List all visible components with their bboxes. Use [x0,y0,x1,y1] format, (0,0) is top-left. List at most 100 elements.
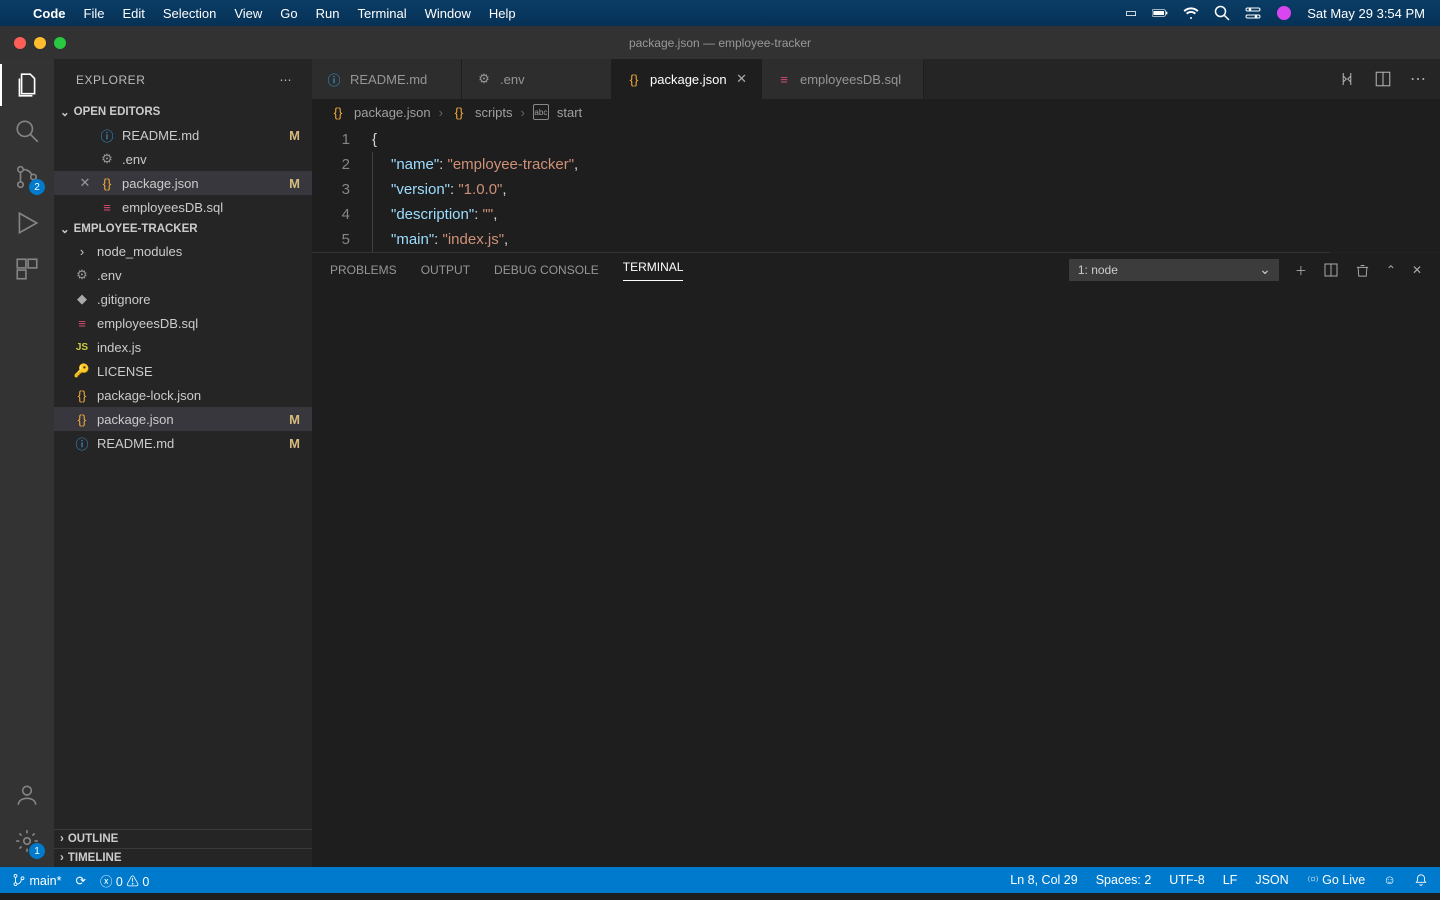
indentation[interactable]: Spaces: 2 [1096,873,1152,887]
code-editor[interactable]: 12345 { "name": "employee-tracker", "ver… [312,125,1440,252]
accounts-icon[interactable] [13,781,41,809]
file-name: package.json [122,176,199,191]
file-name: package.json [97,412,174,427]
sidebar: EXPLORER ⋯ ⌄OPEN EDITORS ⓘREADME.md M ⚙.… [54,59,312,867]
settings-badge: 1 [29,843,45,859]
mac-menubar: Code File Edit Selection View Go Run Ter… [0,0,1440,26]
branch-indicator[interactable]: main* [12,873,61,888]
close-window-button[interactable] [14,37,26,49]
gear-icon: ⚙ [99,151,115,167]
wifi-icon[interactable] [1183,5,1199,21]
screen-icon[interactable]: ▭ [1125,5,1137,21]
breadcrumbs[interactable]: {} package.json › {} scripts › abc start [312,99,1440,125]
more-actions-icon[interactable]: ⋯ [1410,69,1426,89]
split-editor-icon[interactable] [1374,70,1392,88]
encoding[interactable]: UTF-8 [1169,873,1204,887]
json-icon: {} [626,71,642,87]
json-icon: {} [99,175,115,191]
file-name: employeesDB.sql [97,316,198,331]
explorer-activity-icon[interactable] [13,71,41,99]
editor-tab[interactable]: {}package.json✕ [612,59,762,99]
extensions-activity-icon[interactable] [13,255,41,283]
minimap[interactable] [1330,125,1440,255]
db-icon: ≡ [99,199,115,215]
search-icon-menubar[interactable] [1214,5,1230,21]
new-terminal-icon[interactable]: ＋ [1295,262,1307,279]
search-activity-icon[interactable] [13,117,41,145]
open-editor-item[interactable]: ⚙.env [54,147,312,171]
app-name[interactable]: Code [33,6,66,21]
key-icon: 🔑 [74,363,90,379]
open-editor-item[interactable]: ≡employeesDB.sql [54,195,312,219]
file-item[interactable]: ⚙ .env [54,263,312,287]
battery-icon[interactable] [1152,5,1168,21]
menu-selection[interactable]: Selection [163,6,216,21]
menu-view[interactable]: View [234,6,262,21]
maximize-window-button[interactable] [54,37,66,49]
file-item[interactable]: 🔑LICENSE [54,359,312,383]
file-item[interactable]: {}package.json M [54,407,312,431]
language-mode[interactable]: JSON [1255,873,1288,887]
compare-changes-icon[interactable] [1338,70,1356,88]
close-icon[interactable]: ✕ [78,175,92,191]
panel-tab-terminal[interactable]: TERMINAL [623,260,684,281]
open-editor-item[interactable]: ⓘREADME.md M [54,123,312,147]
siri-icon[interactable] [1276,5,1292,21]
source-control-activity-icon[interactable]: 2 [13,163,41,191]
db-icon: ≡ [776,71,792,87]
menu-file[interactable]: File [84,6,105,21]
timeline-header[interactable]: ›TIMELINE [54,848,312,867]
minimize-window-button[interactable] [34,37,46,49]
scm-badge: 2 [29,179,45,195]
split-terminal-icon[interactable] [1323,262,1339,278]
control-center-icon[interactable] [1245,5,1261,21]
problems-indicator[interactable]: ⓧ 0 ⚠ 0 [100,871,149,890]
file-name: .env [97,268,122,283]
menu-go[interactable]: Go [280,6,297,21]
outline-header[interactable]: ›OUTLINE [54,829,312,848]
menu-window[interactable]: Window [425,6,471,21]
terminal[interactable] [312,287,1440,867]
tab-label: employeesDB.sql [800,72,901,87]
gear-icon: ⚙ [74,267,90,283]
notifications-icon[interactable] [1414,873,1428,887]
menu-terminal[interactable]: Terminal [358,6,407,21]
feedback-icon[interactable]: ☺ [1383,873,1396,887]
clock[interactable]: Sat May 29 3:54 PM [1307,6,1425,21]
file-item[interactable]: ◆.gitignore [54,287,312,311]
status-bar: main* ⟳ ⓧ 0 ⚠ 0 Ln 8, Col 29 Spaces: 2 U… [0,867,1440,893]
editor-tabs: ⓘREADME.md⚙.env{}package.json✕ ≡ employees… [312,59,1440,99]
panel-tab-output[interactable]: OUTPUT [421,263,470,277]
file-name: node_modules [97,244,182,259]
editor-tab[interactable]: ≡ employeesDB.sql [762,59,924,99]
editor-tab[interactable]: ⚙.env [462,59,612,99]
line-numbers: 12345 [312,127,372,252]
close-tab-icon[interactable]: ✕ [736,71,747,87]
menu-run[interactable]: Run [316,6,340,21]
close-panel-icon[interactable]: ✕ [1412,263,1422,277]
folder-header[interactable]: ⌄EMPLOYEE-TRACKER [54,219,312,239]
kill-terminal-icon[interactable] [1355,263,1370,278]
menu-help[interactable]: Help [489,6,516,21]
eol[interactable]: LF [1223,873,1238,887]
cursor-position[interactable]: Ln 8, Col 29 [1010,873,1077,887]
panel-tab-problems[interactable]: PROBLEMS [330,263,397,277]
explorer-more-icon[interactable]: ⋯ [280,73,293,87]
run-debug-activity-icon[interactable] [13,209,41,237]
settings-gear-icon[interactable]: 1 [13,827,41,855]
menu-edit[interactable]: Edit [122,6,144,21]
file-item[interactable]: › node_modules [54,239,312,263]
terminal-select[interactable]: 1: node [1069,259,1279,281]
go-live-button[interactable]: Go Live [1307,873,1366,887]
editor-tab[interactable]: ⓘREADME.md [312,59,462,99]
panel-tab-debug-console[interactable]: DEBUG CONSOLE [494,263,599,277]
open-editors-header[interactable]: ⌄OPEN EDITORS [54,101,312,123]
sync-icon[interactable]: ⟳ [75,873,85,888]
file-item[interactable]: {}package-lock.json [54,383,312,407]
open-editor-item[interactable]: ✕ {}package.json M [54,171,312,195]
file-item[interactable]: JSindex.js [54,335,312,359]
maximize-panel-icon[interactable]: ⌃ [1386,263,1396,277]
file-item[interactable]: ≡employeesDB.sql [54,311,312,335]
file-item[interactable]: ⓘREADME.md M [54,431,312,455]
chev-icon: › [74,243,90,259]
